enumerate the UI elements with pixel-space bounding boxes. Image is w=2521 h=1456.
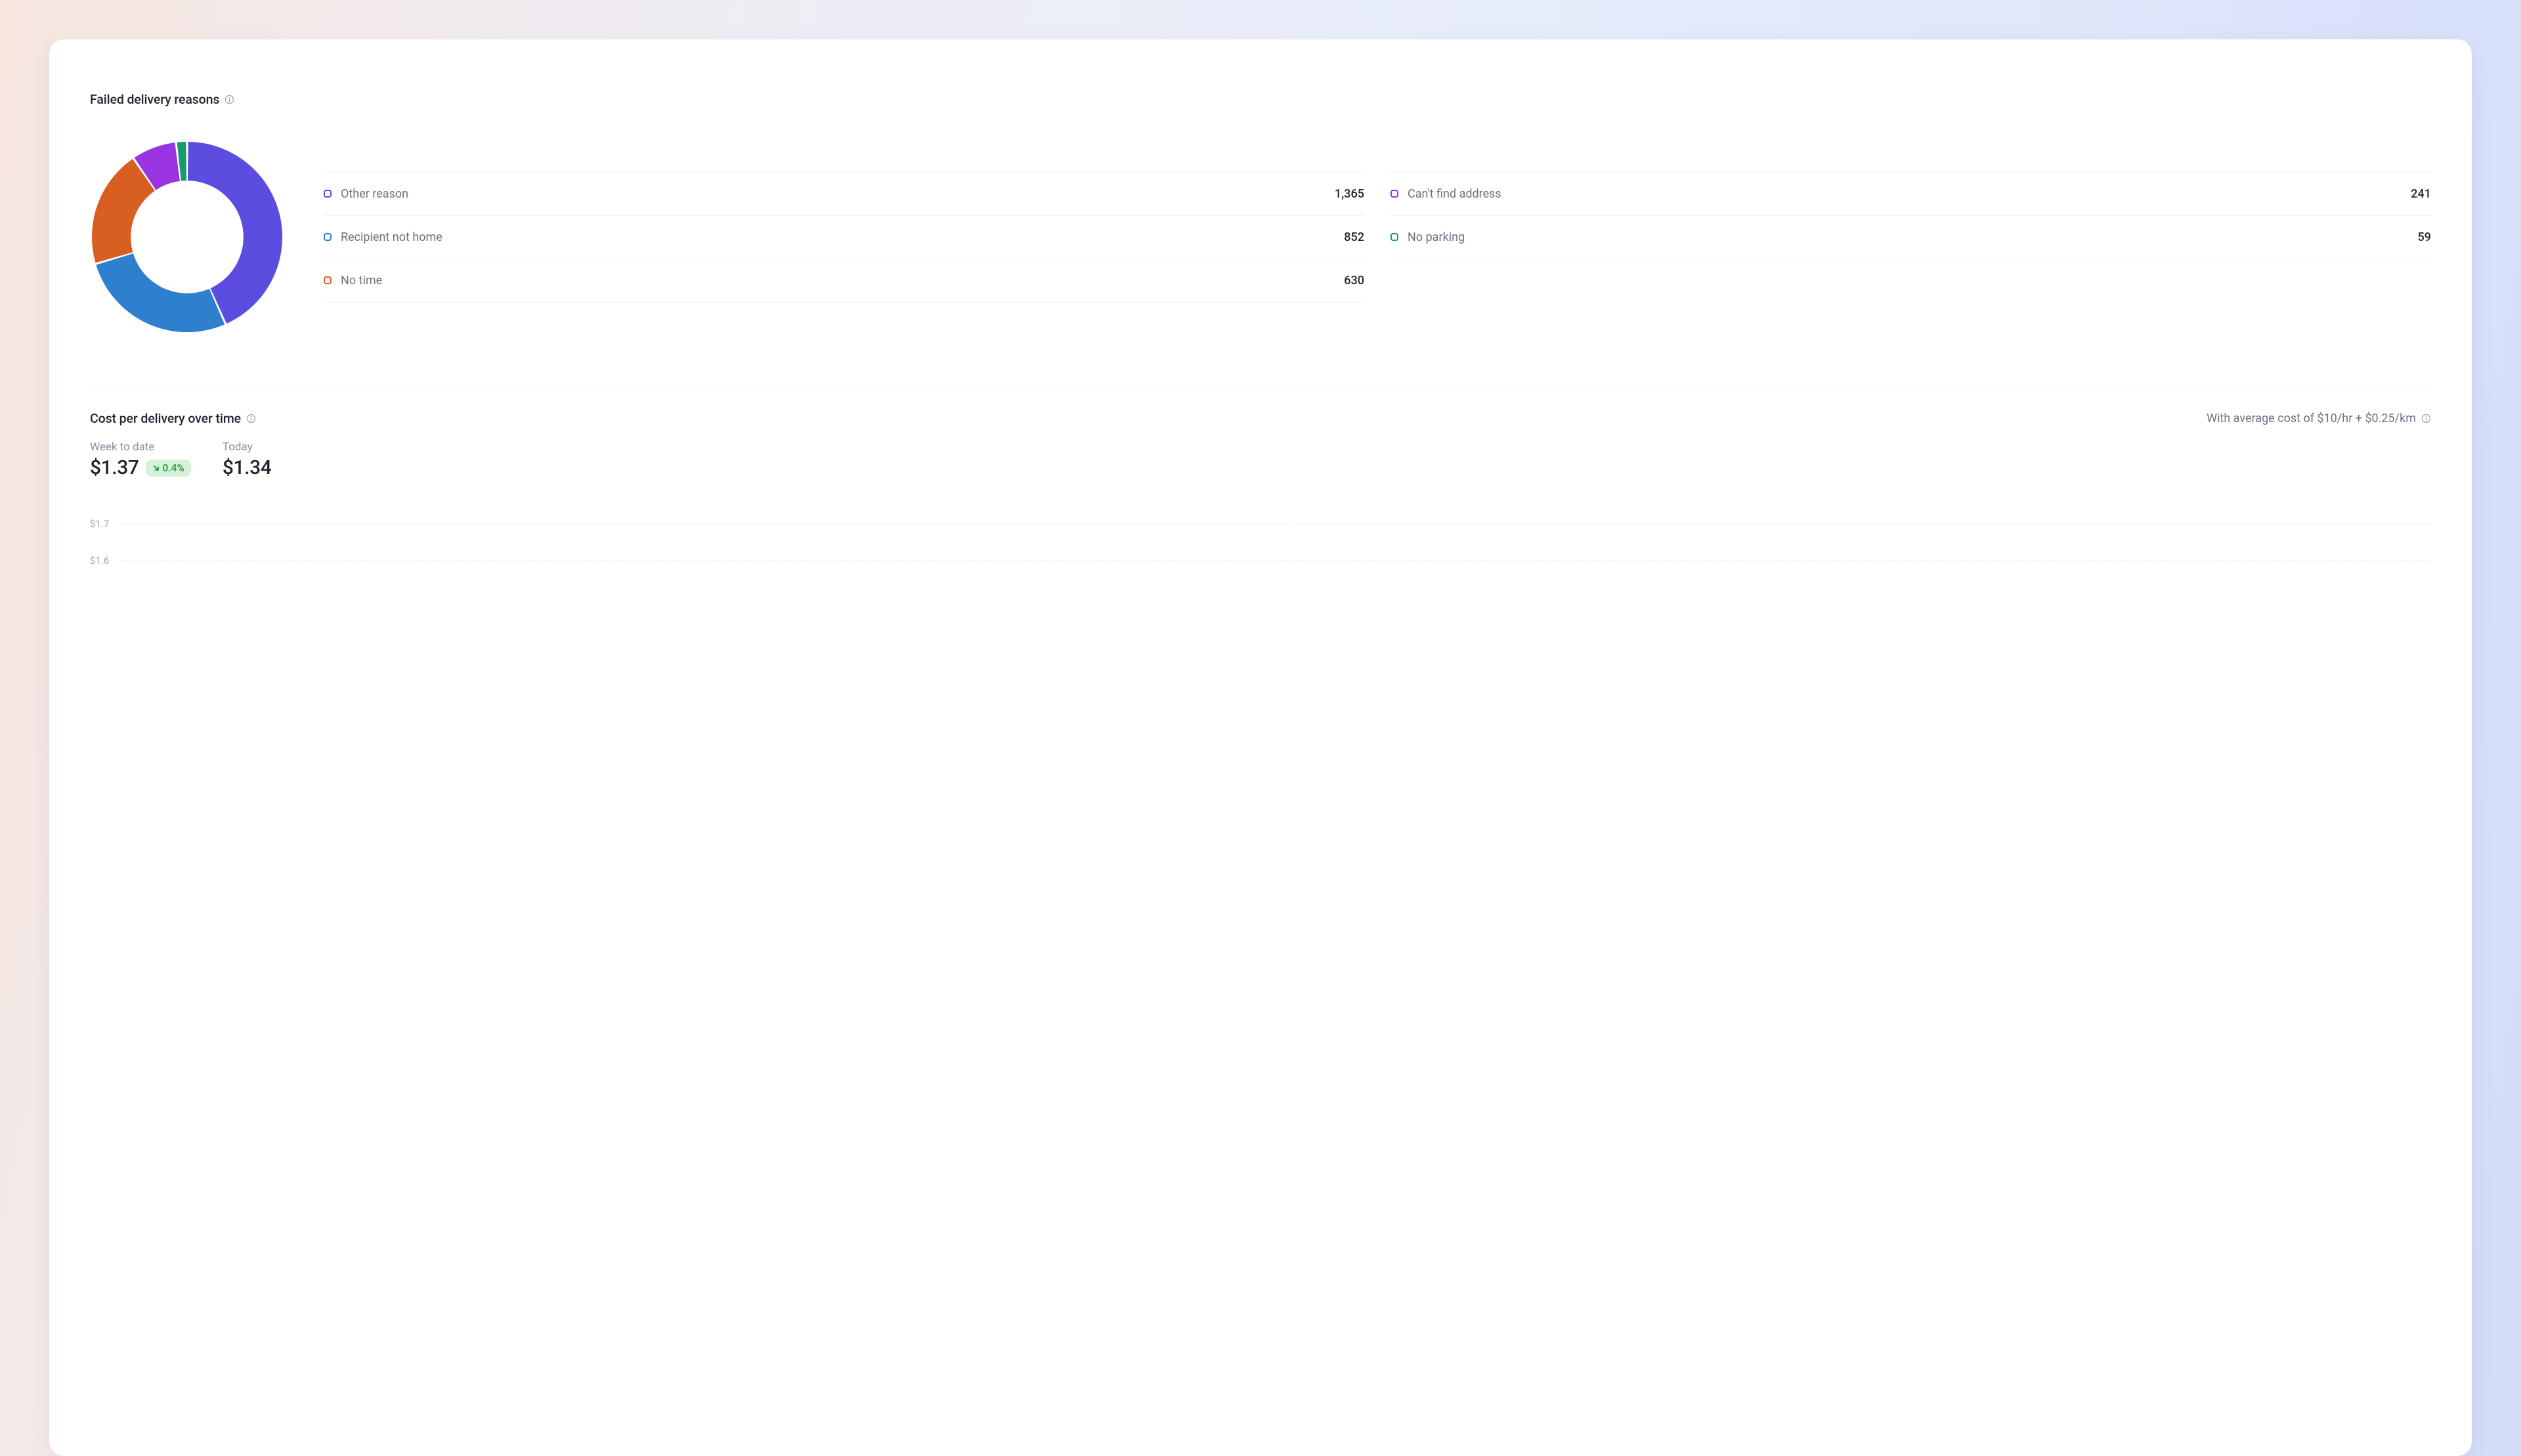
stat-wtd-label: Week to date xyxy=(90,440,191,454)
stat-week-to-date: Week to date $1.37 0.4% xyxy=(90,440,191,479)
y-tick-gridline xyxy=(120,524,2431,525)
cost-chart-y-axis: $1.7 $1.6 xyxy=(90,505,2431,579)
failed-delivery-title-row: Failed delivery reasons xyxy=(90,92,2431,107)
legend-label: Recipient not home xyxy=(341,230,442,244)
delta-badge: 0.4% xyxy=(146,460,191,477)
dashboard-card: Failed delivery reasons Other reason 1,36… xyxy=(49,39,2472,1456)
legend-row: Can't find address 241 xyxy=(1390,172,2431,215)
donut-slice xyxy=(96,253,225,332)
legend-swatch-icon xyxy=(324,276,332,284)
y-tick: $1.7 xyxy=(90,505,2431,542)
info-icon[interactable] xyxy=(2421,414,2431,423)
delta-text: 0.4% xyxy=(163,462,184,474)
stat-today: Today $1.34 xyxy=(223,440,272,479)
y-tick-label: $1.6 xyxy=(90,555,111,567)
legend-value: 59 xyxy=(2418,230,2431,244)
cost-title: Cost per delivery over time xyxy=(90,411,241,426)
cost-formula-row: With average cost of $10/hr + $0.25/km xyxy=(2207,412,2431,425)
legend-label: No parking xyxy=(1408,230,1465,244)
legend-label: Other reason xyxy=(341,187,408,201)
info-icon[interactable] xyxy=(225,95,234,104)
cost-formula-text: With average cost of $10/hr + $0.25/km xyxy=(2207,412,2416,425)
stat-today-label: Today xyxy=(223,440,272,454)
legend-row: Other reason 1,365 xyxy=(324,172,1364,215)
donut-slice xyxy=(92,159,155,263)
legend-value: 1,365 xyxy=(1335,187,1364,201)
legend-swatch-icon xyxy=(1390,233,1398,241)
legend-label: Can't find address xyxy=(1408,187,1501,201)
failed-delivery-title: Failed delivery reasons xyxy=(90,92,219,107)
legend-column-left: Other reason 1,365 Recipient not home 852 No… xyxy=(324,172,1364,303)
stat-today-value: $1.34 xyxy=(223,456,272,479)
stat-wtd-value: $1.37 xyxy=(90,456,139,479)
legend-label: No time xyxy=(341,274,382,288)
legend-swatch-icon xyxy=(1390,190,1398,198)
y-tick-label: $1.7 xyxy=(90,518,111,530)
cost-stats: Week to date $1.37 0.4% Today $1.34 xyxy=(90,440,2431,479)
legend-value: 630 xyxy=(1344,274,1364,288)
cost-title-row: Cost per delivery over time xyxy=(90,411,256,426)
legend-row: Recipient not home 852 xyxy=(324,215,1364,259)
legend-swatch-icon xyxy=(324,190,332,198)
failed-delivery-legend: Other reason 1,365 Recipient not home 852 No… xyxy=(324,172,2431,303)
legend-swatch-icon xyxy=(324,233,332,241)
failed-delivery-body: Other reason 1,365 Recipient not home 852 No… xyxy=(90,140,2431,334)
legend-column-right: Can't find address 241 No parking 59 xyxy=(1390,172,2431,303)
legend-value: 241 xyxy=(2411,187,2431,201)
legend-row: No time 630 xyxy=(324,259,1364,303)
arrow-down-right-icon xyxy=(152,464,160,472)
legend-value: 852 xyxy=(1344,230,1364,244)
y-tick: $1.6 xyxy=(90,542,2431,579)
info-icon[interactable] xyxy=(246,414,256,423)
failed-delivery-donut-chart xyxy=(90,140,284,334)
cost-header: Cost per delivery over time With average… xyxy=(90,411,2431,426)
legend-row: No parking 59 xyxy=(1390,215,2431,259)
